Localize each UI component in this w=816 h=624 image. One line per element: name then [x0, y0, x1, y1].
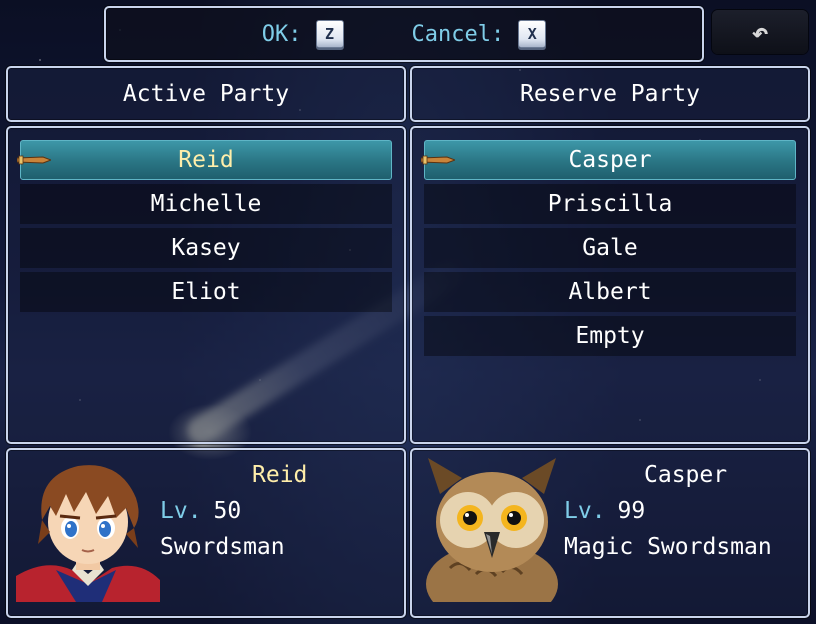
status-name: Casper [644, 462, 728, 488]
level-value: 99 [617, 498, 646, 524]
reserve-member-row[interactable]: Albert [424, 272, 796, 312]
reserve-party-list: Casper Priscilla Gale Albert Empty [410, 126, 810, 444]
reserve-party-title: Reserve Party [519, 81, 700, 107]
help-window: OK: Z Cancel: X [104, 6, 704, 62]
z-key-icon: Z [315, 20, 344, 48]
cancel-label: Cancel: [411, 21, 505, 47]
active-member-row[interactable]: Reid [17, 140, 392, 180]
member-name: Gale [582, 235, 638, 261]
back-button[interactable]: ↶ [712, 10, 808, 54]
sword-cursor-icon [17, 155, 51, 165]
active-member-row[interactable]: Michelle [20, 184, 392, 224]
active-party-header: Active Party [6, 66, 406, 122]
ok-hint: OK: Z [262, 20, 344, 48]
reid-portrait [16, 458, 160, 602]
status-level: Lv. 99 [564, 498, 645, 524]
member-name: Reid [178, 147, 234, 173]
member-name: Michelle [150, 191, 262, 217]
active-member-row[interactable]: Kasey [20, 228, 392, 268]
member-name: Kasey [171, 235, 241, 261]
reserve-member-row[interactable]: Priscilla [424, 184, 796, 224]
active-member-row[interactable]: Eliot [20, 272, 392, 312]
status-class: Magic Swordsman [564, 534, 772, 560]
sword-cursor-icon [421, 155, 455, 165]
level-value: 50 [213, 498, 242, 524]
reserve-status-window: Casper Lv. 99 Magic Swordsman [410, 448, 810, 618]
level-label: Lv. [160, 498, 202, 524]
member-name: Empty [575, 323, 645, 349]
reserve-member-row[interactable]: Casper [421, 140, 796, 180]
active-party-list: Reid Michelle Kasey Eliot [6, 126, 406, 444]
member-name: Albert [568, 279, 652, 305]
reserve-member-row[interactable]: Empty [424, 316, 796, 356]
owl-portrait [420, 458, 564, 602]
status-level: Lv. 50 [160, 498, 241, 524]
reserve-party-header: Reserve Party [410, 66, 810, 122]
back-arrow-icon: ↶ [751, 15, 769, 49]
ok-label: OK: [261, 21, 302, 47]
x-key-icon: X [518, 20, 547, 48]
status-name: Reid [252, 462, 308, 488]
active-status-window: Reid Lv. 50 Swordsman [6, 448, 406, 618]
status-class: Swordsman [160, 534, 285, 560]
cancel-hint: Cancel: X [412, 20, 547, 48]
active-party-title: Active Party [122, 81, 290, 107]
level-label: Lv. [564, 498, 606, 524]
member-name: Casper [568, 147, 652, 173]
member-name: Priscilla [547, 191, 673, 217]
reserve-member-row[interactable]: Gale [424, 228, 796, 268]
member-name: Eliot [171, 279, 241, 305]
